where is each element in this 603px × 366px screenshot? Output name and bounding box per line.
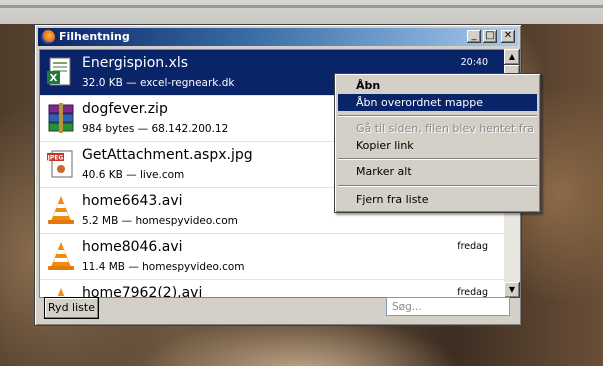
file-name: home6643.avi <box>82 193 183 209</box>
svg-text:JPEG: JPEG <box>47 155 63 162</box>
context-menu-item[interactable]: Kopier link <box>338 137 537 154</box>
file-size-source: 40.6 KB — live.com <box>82 169 185 181</box>
context-menu-item: Gå til siden, filen blev hentet fra <box>356 122 534 135</box>
svg-text:X: X <box>50 73 58 84</box>
file-name: home8046.avi <box>82 239 183 255</box>
file-size-source: 32.0 KB — excel-regneark.dk <box>82 77 235 89</box>
file-name: home7962(2).avi <box>82 285 203 298</box>
download-time: fredag <box>457 241 488 252</box>
context-menu-item[interactable]: Åbn overordnet mappe <box>338 94 537 111</box>
context-menu: Åbn Åbn overordnet mappe Gå til siden, fil… <box>334 73 541 213</box>
menu-separator <box>338 158 537 160</box>
window-title: Filhentning <box>59 30 130 43</box>
background-window-strip <box>0 0 603 24</box>
context-menu-item[interactable]: Fjern fra liste <box>338 191 537 208</box>
scroll-down-arrow[interactable]: ▼ <box>504 282 520 298</box>
download-item[interactable]: home8046.avi 11.4 MB — homespyvideo.com fr… <box>40 234 504 280</box>
download-item[interactable]: home7962(2).avi fredag <box>40 280 504 298</box>
file-name: GetAttachment.aspx.jpg <box>82 147 253 163</box>
vlc-cone-icon <box>47 241 75 271</box>
vlc-cone-icon <box>47 195 75 225</box>
firefox-icon <box>41 30 55 44</box>
clear-list-button[interactable]: Ryd liste <box>44 297 99 319</box>
file-name: dogfever.zip <box>82 101 168 117</box>
winrar-archive-icon <box>47 103 75 133</box>
download-time: 20:40 <box>460 57 488 68</box>
menu-separator <box>338 185 537 187</box>
scroll-up-arrow[interactable]: ▲ <box>504 49 520 65</box>
close-button[interactable]: ✕ <box>501 30 515 43</box>
file-size-source: 984 bytes — 68.142.200.12 <box>82 123 229 135</box>
excel-file-icon: X <box>47 57 75 87</box>
title-bar[interactable]: Filhentning _ □ ✕ <box>38 28 518 46</box>
background-divider <box>0 5 603 8</box>
context-menu-item[interactable]: Marker alt <box>338 163 537 180</box>
file-name: Energispion.xls <box>82 55 189 71</box>
jpeg-file-icon: JPEG <box>47 149 75 179</box>
minimize-button[interactable]: _ <box>467 30 481 43</box>
file-size-source: 11.4 MB — homespyvideo.com <box>82 261 245 273</box>
maximize-button[interactable]: □ <box>483 30 497 43</box>
context-menu-item[interactable]: Åbn <box>338 77 537 94</box>
menu-separator <box>338 115 537 117</box>
search-input[interactable] <box>386 297 510 316</box>
file-size-source: 5.2 MB — homespyvideo.com <box>82 215 238 227</box>
